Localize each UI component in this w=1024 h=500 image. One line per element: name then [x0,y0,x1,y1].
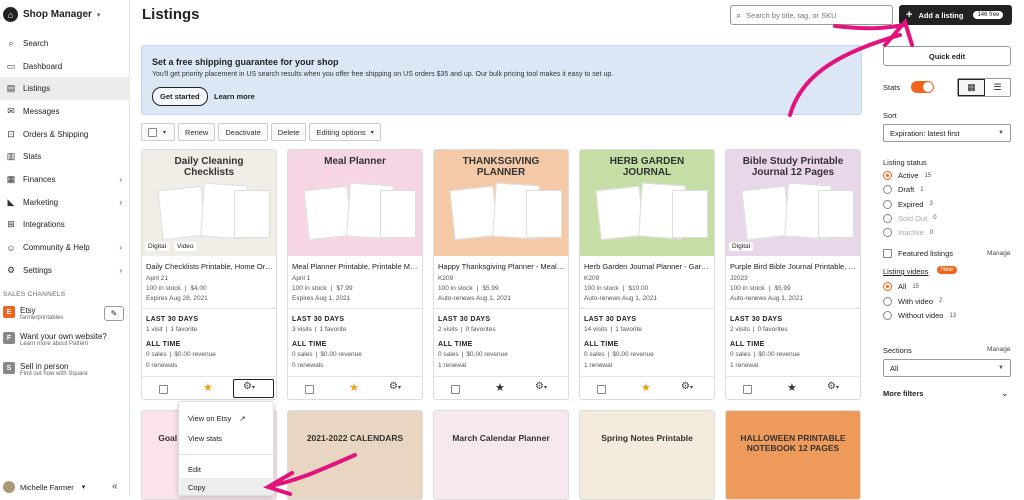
annotation-arrows [263,17,914,496]
annotation-arrow-add [788,33,902,117]
annotation-arrow-copy [268,453,357,488]
annotation-arrowhead [833,23,907,31]
